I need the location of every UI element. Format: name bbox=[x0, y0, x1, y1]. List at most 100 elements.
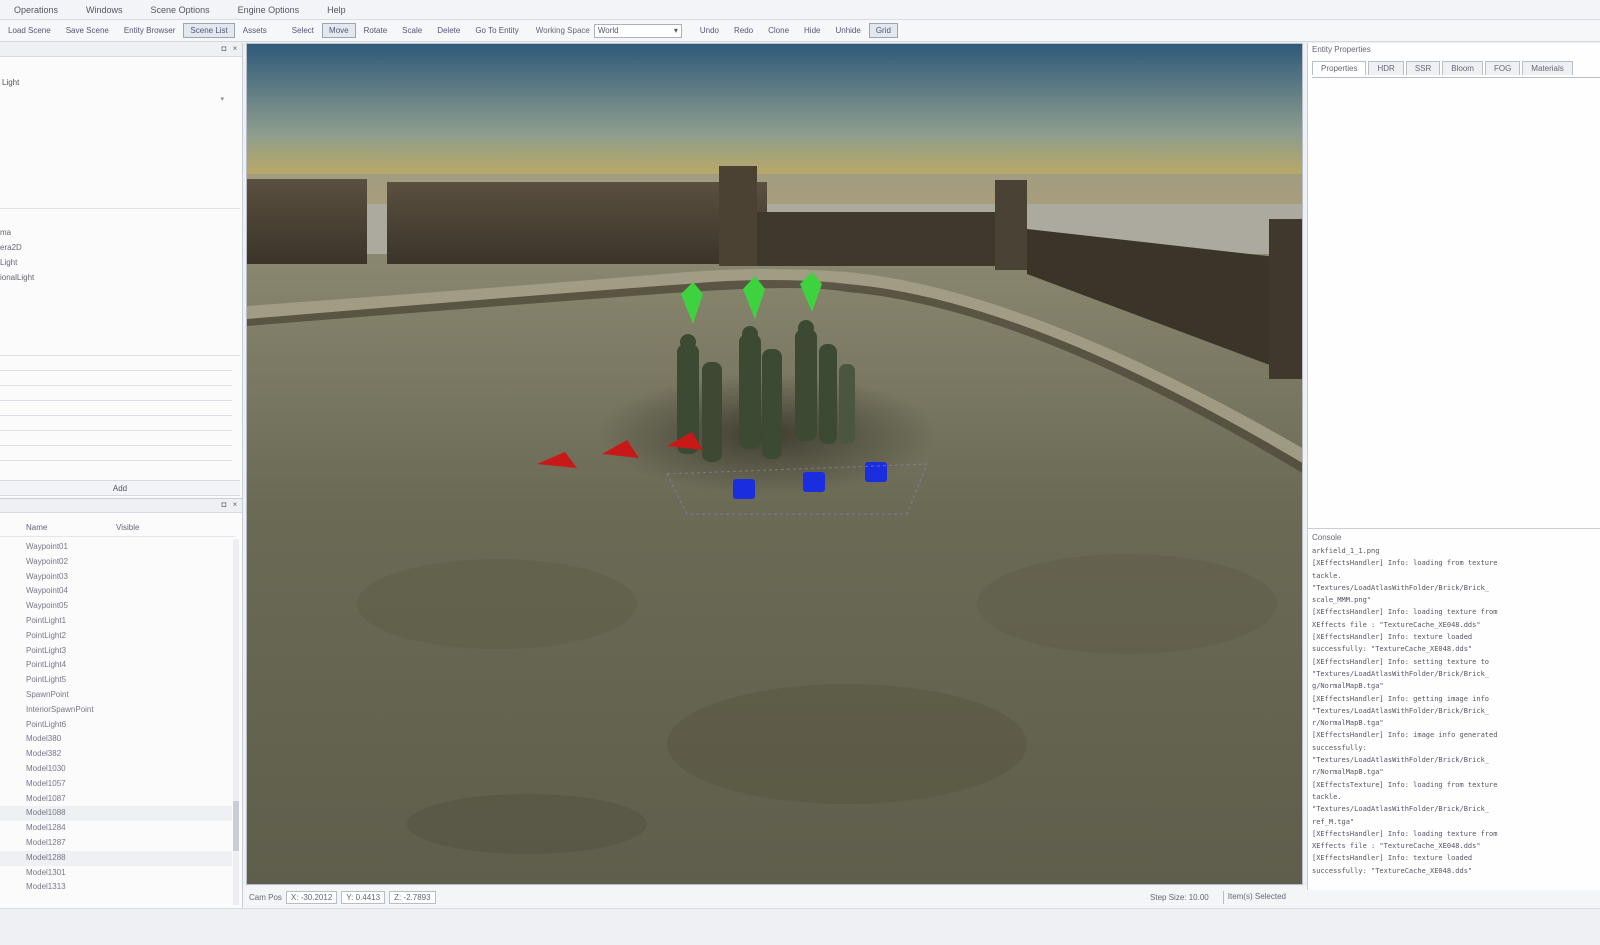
object-list-columns: Name Visible bbox=[0, 523, 236, 537]
list-item[interactable]: Waypoint01 bbox=[0, 540, 232, 555]
delete-button[interactable]: Delete bbox=[430, 23, 467, 38]
unhide-button[interactable]: Unhide bbox=[828, 23, 867, 38]
list-item[interactable]: ma bbox=[0, 225, 240, 240]
bottom-strip bbox=[0, 908, 1600, 945]
list-item[interactable]: Waypoint03 bbox=[0, 570, 232, 585]
console-line: "Textures/LoadAtlasWithFolder/Brick/Bric… bbox=[1312, 756, 1490, 765]
object-list-scrollbar[interactable] bbox=[233, 539, 239, 905]
console-line: [XEffectsTexture] Info: loading from tex… bbox=[1312, 780, 1498, 789]
console-title: Console bbox=[1312, 533, 1342, 542]
move-button[interactable]: Move bbox=[322, 23, 356, 38]
close-icon[interactable]: × bbox=[231, 45, 239, 53]
undo-button[interactable]: Undo bbox=[693, 23, 726, 38]
object-list: Waypoint01 Waypoint02 Waypoint03 Waypoint04… bbox=[0, 540, 232, 906]
list-item[interactable]: Waypoint02 bbox=[0, 555, 232, 570]
object-list-panel: ◘ × Name Visible Waypoint01 Waypoint02 Way… bbox=[0, 498, 243, 908]
list-item[interactable]: Model1088 bbox=[0, 806, 232, 822]
list-item[interactable]: PointLight5 bbox=[0, 673, 232, 688]
list-item[interactable]: Model1030 bbox=[0, 762, 232, 777]
menu-operations[interactable]: Operations bbox=[0, 5, 72, 15]
scene-list-button[interactable]: Scene List bbox=[183, 23, 235, 38]
list-item[interactable]: PointLight3 bbox=[0, 644, 232, 659]
list-item[interactable]: Model382 bbox=[0, 747, 232, 762]
list-item[interactable]: era2D bbox=[0, 240, 240, 255]
column-name[interactable]: Name bbox=[26, 523, 116, 536]
tab-fog[interactable]: FOG bbox=[1484, 61, 1521, 75]
entity-properties-tabs: Properties HDR SSR Bloom FOG Materials bbox=[1312, 61, 1575, 75]
list-item[interactable]: InteriorSpawnPoint bbox=[0, 703, 232, 718]
object-list-header: ◘ × bbox=[0, 499, 242, 513]
list-item[interactable]: Waypoint04 bbox=[0, 584, 232, 599]
console-line: r/NormalMapB.tga" bbox=[1312, 719, 1384, 728]
list-item[interactable]: PointLight6 bbox=[0, 718, 232, 733]
step-size-label: Step Size: 10.00 bbox=[1150, 892, 1209, 902]
entity-properties-title: Entity Properties bbox=[1312, 45, 1371, 54]
list-item[interactable]: Model380 bbox=[0, 732, 232, 747]
go-to-entity-button[interactable]: Go To Entity bbox=[468, 23, 525, 38]
list-item[interactable]: Model1301 bbox=[0, 866, 232, 881]
list-item[interactable]: Model1287 bbox=[0, 836, 232, 851]
list-item[interactable]: Model1284 bbox=[0, 821, 232, 836]
scale-button[interactable]: Scale bbox=[395, 23, 429, 38]
load-scene-button[interactable]: Load Scene bbox=[1, 23, 58, 38]
list-item[interactable]: Light bbox=[0, 255, 240, 270]
menu-engine-options[interactable]: Engine Options bbox=[224, 5, 314, 15]
list-item[interactable]: Waypoint05 bbox=[0, 599, 232, 614]
console-line: [XEffectsHandler] Info: texture loaded bbox=[1312, 854, 1473, 863]
chevron-down-icon: ▾ bbox=[220, 96, 224, 103]
list-item[interactable]: Model1288 bbox=[0, 850, 232, 866]
list-item[interactable]: Model1313 bbox=[0, 880, 232, 895]
tab-bloom[interactable]: Bloom bbox=[1442, 61, 1483, 75]
cam-x-field[interactable]: X: -30.2012 bbox=[285, 890, 338, 904]
console-line: XEffects file : "TextureCache_XE048.dds" bbox=[1312, 620, 1481, 629]
cam-z-field[interactable]: Z: -2.7893 bbox=[389, 890, 436, 904]
properties-body bbox=[1312, 77, 1600, 525]
redo-button[interactable]: Redo bbox=[727, 23, 760, 38]
console-line: scale_MMM.png" bbox=[1312, 596, 1372, 605]
menu-windows[interactable]: Windows bbox=[72, 5, 137, 15]
cam-pos-label: Cam Pos bbox=[249, 892, 282, 902]
list-item[interactable]: Model1057 bbox=[0, 777, 232, 792]
tab-hdr[interactable]: HDR bbox=[1368, 61, 1404, 75]
tab-materials[interactable]: Materials bbox=[1522, 61, 1573, 75]
list-item[interactable]: SpawnPoint bbox=[0, 688, 232, 703]
close-icon[interactable]: × bbox=[231, 501, 239, 509]
cam-y-field[interactable]: Y: 0.4413 bbox=[341, 890, 386, 904]
menu-help[interactable]: Help bbox=[313, 5, 360, 15]
scrollbar-thumb[interactable] bbox=[233, 801, 239, 851]
light-selector[interactable]: Light bbox=[0, 78, 238, 92]
tab-ssr[interactable]: SSR bbox=[1405, 61, 1441, 75]
hide-button[interactable]: Hide bbox=[797, 23, 827, 38]
list-item[interactable]: ionalLight bbox=[0, 270, 240, 285]
list-item[interactable]: PointLight2 bbox=[0, 629, 232, 644]
light-dropdown[interactable]: ▾ bbox=[0, 93, 238, 107]
console-line: [XEffectsHandler] Info: loading from tex… bbox=[1312, 559, 1498, 568]
console-line: "Textures/LoadAtlasWithFolder/Brick/Bric… bbox=[1312, 583, 1490, 592]
working-space-select[interactable]: World ▾ bbox=[593, 23, 682, 38]
entity-browser-button[interactable]: Entity Browser bbox=[117, 23, 183, 38]
pin-icon[interactable]: ◘ bbox=[220, 501, 228, 509]
menu-scene-options[interactable]: Scene Options bbox=[137, 5, 224, 15]
console-line: [XEffectsHandler] Info: getting image in… bbox=[1312, 694, 1490, 703]
chevron-down-icon: ▾ bbox=[673, 26, 678, 35]
select-button[interactable]: Select bbox=[285, 23, 321, 38]
tab-properties[interactable]: Properties bbox=[1312, 61, 1367, 75]
selected-count: Item(s) Selected bbox=[1222, 890, 1290, 904]
entity-properties-panel: Entity Properties Properties HDR SSR Blo… bbox=[1307, 43, 1600, 528]
list-item[interactable]: Model1087 bbox=[0, 792, 232, 807]
console-line: [XEffectsHandler] Info: setting texture … bbox=[1312, 657, 1490, 666]
pin-icon[interactable]: ◘ bbox=[220, 45, 228, 53]
list-item[interactable]: PointLight1 bbox=[0, 614, 232, 629]
scene-viewport[interactable] bbox=[246, 43, 1303, 885]
toolbar: Load Scene Save Scene Entity Browser Sce… bbox=[0, 20, 1600, 42]
viewport-render bbox=[247, 44, 1302, 884]
scene-panel-header: ◘ × bbox=[0, 43, 242, 57]
column-visible[interactable]: Visible bbox=[116, 523, 176, 536]
list-item[interactable]: PointLight4 bbox=[0, 658, 232, 673]
rotate-button[interactable]: Rotate bbox=[357, 23, 395, 38]
clone-button[interactable]: Clone bbox=[761, 23, 796, 38]
save-scene-button[interactable]: Save Scene bbox=[59, 23, 116, 38]
assets-button[interactable]: Assets bbox=[236, 23, 274, 38]
add-button[interactable]: Add bbox=[0, 480, 240, 496]
grid-button[interactable]: Grid bbox=[868, 23, 898, 38]
